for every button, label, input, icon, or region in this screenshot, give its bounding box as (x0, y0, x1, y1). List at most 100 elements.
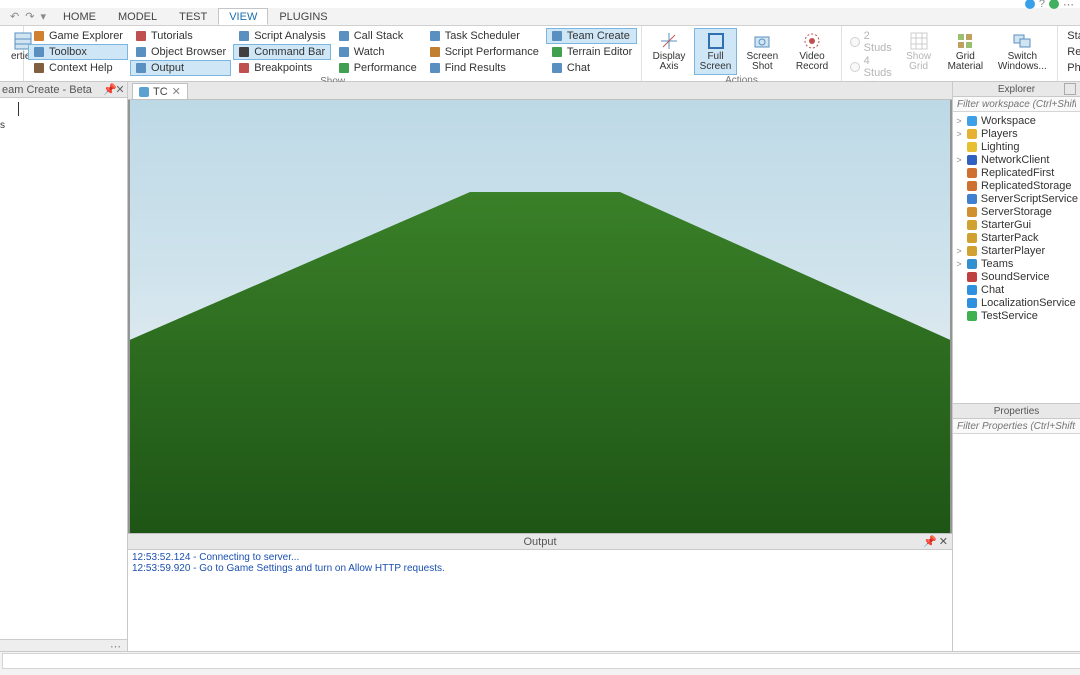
tree-node-replicatedfirst[interactable]: ReplicatedFirst (953, 166, 1080, 179)
pin-icon[interactable]: 📌 (103, 85, 113, 95)
team-create-body[interactable]: s (0, 98, 127, 639)
team-create-footer: ⋯ (0, 639, 127, 651)
find-results-button[interactable]: Find Results (424, 60, 544, 76)
expand-arrow-icon[interactable]: > (955, 155, 963, 165)
menu-tab-plugins[interactable]: PLUGINS (268, 8, 338, 25)
tree-node-serverstorage[interactable]: ServerStorage (953, 205, 1080, 218)
tree-node-startergui[interactable]: StarterGui (953, 218, 1080, 231)
task-scheduler-button[interactable]: Task Scheduler (424, 28, 544, 44)
stats-button[interactable]: Stats (1062, 28, 1080, 44)
help-dropdown-icon[interactable]: ? (1039, 0, 1045, 10)
task-scheduler-label: Task Scheduler (445, 30, 520, 42)
tree-node-serverscriptservice[interactable]: ServerScriptService (953, 192, 1080, 205)
team-create-button[interactable]: Team Create (546, 28, 637, 44)
tree-node-lighting[interactable]: Lighting (953, 140, 1080, 153)
context-help-label: Context Help (49, 62, 113, 74)
context-help-icon (33, 62, 45, 74)
video-record-button[interactable]: Video Record (787, 28, 836, 75)
expand-arrow-icon[interactable]: > (955, 116, 963, 126)
tree-node-label: Teams (981, 258, 1013, 270)
tree-node-localizationservice[interactable]: LocalizationService (953, 296, 1080, 309)
viewport-3d[interactable] (130, 100, 950, 533)
tree-node-label: ReplicatedStorage (981, 180, 1072, 192)
tree-node-testservice[interactable]: TestService (953, 309, 1080, 322)
command-bar-input[interactable] (2, 653, 1080, 669)
tree-node-starterplayer[interactable]: >StarterPlayer (953, 244, 1080, 257)
output-pin-icon[interactable]: 📌 (923, 535, 937, 548)
context-help-button[interactable]: Context Help (28, 60, 128, 76)
menu-tabs: HOMEMODELTESTVIEWPLUGINS (52, 8, 339, 25)
terrain-editor-button[interactable]: Terrain Editor (546, 44, 637, 60)
tutorials-button[interactable]: Tutorials (130, 28, 231, 44)
tree-node-networkclient[interactable]: >NetworkClient (953, 153, 1080, 166)
chat-icon (551, 62, 563, 74)
menu-tab-view[interactable]: VIEW (218, 8, 268, 25)
menu-tab-model[interactable]: MODEL (107, 8, 168, 25)
menu-tab-home[interactable]: HOME (52, 8, 107, 25)
output-button[interactable]: Output (130, 60, 231, 76)
undo-icon[interactable]: ↶ (10, 10, 19, 23)
expand-arrow-icon[interactable]: > (955, 129, 963, 139)
object-browser-button[interactable]: Object Browser (130, 44, 231, 60)
lighting-icon (966, 141, 978, 153)
expand-arrow-icon[interactable]: > (955, 259, 963, 269)
studs-label: 2 Studs (864, 30, 892, 54)
tree-node-players[interactable]: > Players (953, 127, 1080, 140)
properties-panel: Properties (953, 404, 1080, 651)
full-screen-label: Full Screen (700, 52, 732, 72)
tree-node-label: Players (981, 128, 1018, 140)
explorer-tree[interactable]: >Workspace>PlayersLighting>NetworkClient… (953, 112, 1080, 403)
call-stack-icon (338, 30, 350, 42)
maximize-icon[interactable] (1064, 83, 1076, 95)
explorer-filter-input[interactable] (953, 97, 1080, 111)
output-close-icon[interactable]: ✕ (939, 535, 948, 548)
qat-dropdown-icon[interactable]: ▾ (40, 10, 46, 23)
breakpoints-button[interactable]: Breakpoints (233, 60, 331, 76)
tree-node-soundservice[interactable]: SoundService (953, 270, 1080, 283)
help-icon[interactable] (1025, 0, 1035, 9)
call-stack-button[interactable]: Call Stack (333, 28, 422, 44)
tree-node-teams[interactable]: > Teams (953, 257, 1080, 270)
studs-label: 4 Studs (864, 55, 892, 79)
output-label: Output (151, 62, 184, 74)
tree-node-chat[interactable]: Chat (953, 283, 1080, 296)
script-performance-button[interactable]: Script Performance (424, 44, 544, 60)
studs-option[interactable]: 2 Studs (850, 30, 892, 54)
properties-body[interactable] (953, 434, 1080, 651)
window-controls-icon[interactable]: ⋯ (1063, 0, 1074, 11)
full-screen-button[interactable]: Full Screen (694, 28, 738, 75)
properties-filter-input[interactable] (953, 419, 1080, 433)
find-results-label: Find Results (445, 62, 506, 74)
performance-button[interactable]: Performance (333, 60, 422, 76)
studs-radio[interactable] (850, 37, 860, 47)
toolbox-label: Toolbox (49, 46, 87, 58)
ribbon: erties Game ExplorerToolboxContext HelpT… (0, 26, 1080, 82)
expand-arrow-icon[interactable]: > (955, 246, 963, 256)
output-panel: Output 📌✕ 12:53:52.124 - Connecting to s… (128, 533, 952, 651)
grid-material-label: Grid Material (948, 52, 984, 72)
toolbox-button[interactable]: Toolbox (28, 44, 128, 60)
tab-close-icon[interactable]: ✕ (172, 85, 181, 98)
document-tab[interactable]: TC ✕ (132, 83, 188, 99)
physics-button[interactable]: Physics (1062, 60, 1080, 76)
output-body[interactable]: 12:53:52.124 - Connecting to server...12… (128, 550, 952, 651)
command-bar-button[interactable]: Command Bar (233, 44, 331, 60)
resize-grip-icon[interactable]: ⋯ (110, 640, 121, 651)
tree-node-workspace[interactable]: >Workspace (953, 114, 1080, 127)
display-axis-button[interactable]: Display Axis (646, 28, 691, 75)
studs-option[interactable]: 4 Studs (850, 55, 892, 79)
render-button[interactable]: Render (1062, 44, 1080, 60)
teams-icon (966, 258, 978, 270)
screen-shot-button[interactable]: Screen Shot (739, 28, 785, 75)
script-analysis-button[interactable]: Script Analysis (233, 28, 331, 44)
watch-button[interactable]: Watch (333, 44, 422, 60)
game-explorer-button[interactable]: Game Explorer (28, 28, 128, 44)
explorer-title: Explorer (953, 82, 1080, 97)
tree-node-starterpack[interactable]: StarterPack (953, 231, 1080, 244)
menu-tab-test[interactable]: TEST (168, 8, 218, 25)
chat-button[interactable]: Chat (546, 60, 637, 76)
redo-icon[interactable]: ↷ (25, 10, 34, 23)
close-icon[interactable]: ✕ (115, 85, 125, 95)
studs-radio[interactable] (850, 62, 860, 72)
tree-node-replicatedstorage[interactable]: ReplicatedStorage (953, 179, 1080, 192)
